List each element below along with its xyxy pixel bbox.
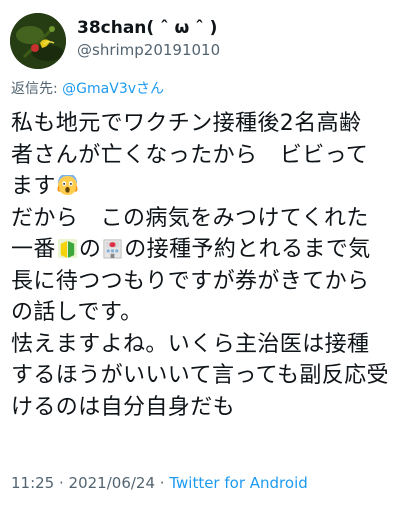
meta-separator: · bbox=[155, 474, 170, 492]
tweet-line-5: 一番 の の接種予約とれるまで気 bbox=[11, 234, 403, 266]
tweet-line-3: ます bbox=[11, 171, 403, 203]
tweet-line-3-text: ます bbox=[11, 174, 56, 199]
avatar[interactable] bbox=[10, 13, 66, 69]
meta-separator: · bbox=[54, 474, 69, 492]
scream-face-icon bbox=[57, 175, 78, 196]
tweet-source-link[interactable]: Twitter for Android bbox=[169, 474, 307, 492]
reply-mention-link[interactable]: @GmaV3vさん bbox=[62, 81, 164, 97]
tweet-time[interactable]: 11:25 bbox=[11, 474, 54, 492]
tweet-card: 38chan( ˆ ω ˆ ) @shrimp20191010 返信先: @Gm… bbox=[0, 0, 411, 505]
replying-to-label: 返信先: bbox=[11, 81, 63, 97]
tweet-metadata: 11:25 · 2021/06/24 · Twitter for Android bbox=[11, 473, 308, 493]
tweet-date[interactable]: 2021/06/24 bbox=[69, 474, 155, 492]
tweet-line-6: 長に待つつもりですが券がきてから bbox=[11, 268, 370, 294]
beginner-mark-icon bbox=[57, 238, 77, 259]
tweet-text: 私も地元でワクチン接種後2名高齢 者さんが亡くなったから ビビって ます だから… bbox=[11, 108, 403, 423]
user-names: 38chan( ˆ ω ˆ ) @shrimp20191010 bbox=[77, 18, 220, 60]
tweet-header: 38chan( ˆ ω ˆ ) @shrimp20191010 bbox=[10, 12, 401, 70]
tweet-line-7: の話しです。 bbox=[11, 300, 143, 325]
hospital-icon bbox=[103, 239, 122, 259]
tweet-line-5-tail: の接種予約とれるまで気 bbox=[124, 237, 371, 262]
tweet-line-9: するほうがいいいて言っても副反応受 bbox=[11, 363, 389, 388]
user-handle[interactable]: @shrimp20191010 bbox=[77, 40, 220, 60]
shrimp-avatar-icon bbox=[10, 13, 66, 69]
tweet-line-2: 者さんが亡くなったから ビビって bbox=[11, 142, 369, 168]
replying-to: 返信先: @GmaV3vさん bbox=[11, 80, 164, 98]
tweet-line-1: 私も地元でワクチン接種後2名高齢 bbox=[11, 111, 362, 136]
tweet-line-10: けるのは自分自身だも bbox=[11, 394, 236, 420]
tweet-line-4: だから この病気をみつけてくれた bbox=[11, 205, 369, 231]
tweet-line-5-middle: の bbox=[78, 237, 102, 262]
tweet-line-8: 怯えますよね。いくら主治医は接種 bbox=[11, 331, 370, 357]
display-name[interactable]: 38chan( ˆ ω ˆ ) bbox=[77, 18, 220, 38]
tweet-line-5-head: 一番 bbox=[11, 237, 56, 262]
